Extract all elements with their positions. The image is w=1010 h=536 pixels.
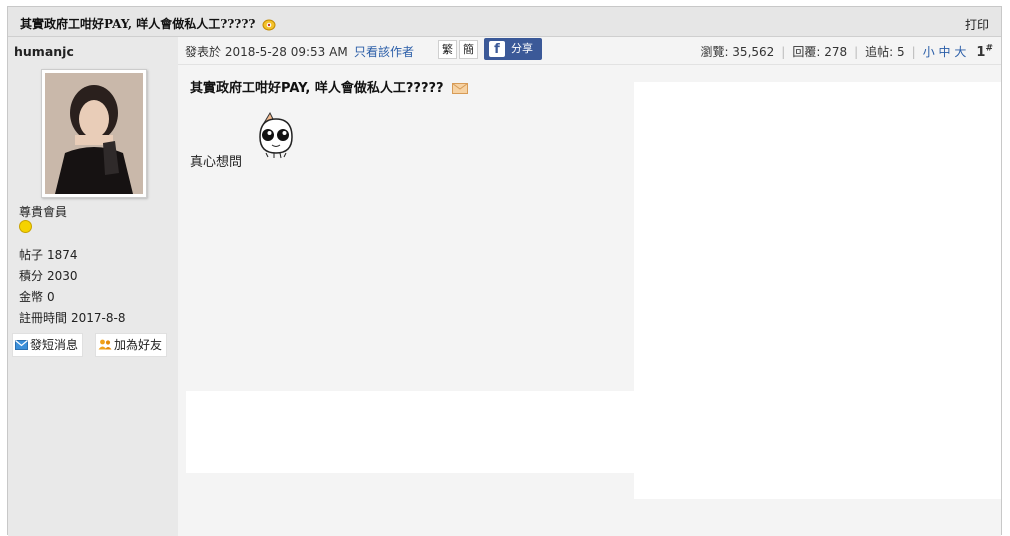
- reply-count: 回覆: 278: [792, 45, 848, 59]
- simplified-chinese-button[interactable]: 簡: [459, 40, 478, 59]
- post-title: 其實政府工咁好PAY, 咩人會做私人工?????: [190, 77, 469, 96]
- facebook-share-button[interactable]: f 分享: [484, 38, 542, 60]
- thread-title-text: 其實政府工咁好PAY, 咩人會做私人工?????: [20, 17, 256, 31]
- rank-smiley-icon: [19, 220, 32, 233]
- post-meta-bar: 發表於 2018-5-28 09:53 AM 只看該作者 繁 簡 f 分享 瀏覽…: [178, 37, 1001, 65]
- users-icon: [98, 339, 112, 350]
- facebook-icon: f: [489, 41, 505, 57]
- post-content: 其實政府工咁好PAY, 咩人會做私人工????? 真心想問: [178, 65, 1001, 536]
- follow-count: 追帖: 5: [865, 45, 905, 59]
- avatar-frame[interactable]: [41, 69, 147, 198]
- thread-title: 其實政府工咁好PAY, 咩人會做私人工?????: [20, 15, 276, 32]
- traditional-chinese-button[interactable]: 繁: [438, 40, 457, 59]
- ad-slot-bottom: [186, 391, 634, 473]
- envelope-icon: [15, 340, 28, 350]
- floor-number[interactable]: 1#: [976, 44, 993, 60]
- post-frame: 其實政府工咁好PAY, 咩人會做私人工????? 打印 humanjc 尊貴會員…: [7, 6, 1002, 536]
- stat-coins: 金幣 0: [19, 290, 55, 304]
- stat-points: 積分 2030: [19, 269, 78, 283]
- view-count: 瀏覽: 35,562: [700, 45, 775, 59]
- avatar: [45, 73, 143, 194]
- stat-posts: 帖子 1874: [19, 248, 78, 262]
- author-sidebar: humanjc 尊貴會員 帖子 1874 積分 2030 金幣 0 註冊時間 2017-…: [8, 37, 178, 536]
- hot-icon: [262, 19, 276, 30]
- ad-slot-right: [634, 82, 1001, 499]
- post-date: 發表於 2018-5-28 09:53 AM: [185, 45, 348, 59]
- post-body-text: 真心想問: [190, 155, 243, 170]
- avatar-portrait: [45, 73, 143, 194]
- print-link[interactable]: 打印: [965, 16, 989, 33]
- member-rank: 尊貴會員: [19, 205, 68, 219]
- thread-stats: 瀏覽: 35,562 | 回覆: 278 | 追帖: 5 | 小 中 大 1#: [700, 43, 993, 60]
- stat-register-date: 註冊時間 2017-8-8: [19, 311, 126, 325]
- author-name[interactable]: humanjc: [14, 44, 74, 59]
- only-author-link[interactable]: 只看該作者: [354, 43, 414, 60]
- add-friend-button[interactable]: 加為好友: [95, 333, 168, 357]
- cute-face-emoticon: [252, 109, 300, 164]
- thread-title-bar: 其實政府工咁好PAY, 咩人會做私人工????? 打印: [8, 7, 1001, 37]
- send-message-button[interactable]: 發短消息: [12, 333, 84, 357]
- author-stats: 帖子 1874 積分 2030 金幣 0 註冊時間 2017-8-8: [19, 245, 125, 329]
- font-size-small[interactable]: 小: [923, 45, 935, 59]
- font-size-medium[interactable]: 中: [939, 45, 951, 59]
- font-size-large[interactable]: 大: [954, 45, 966, 59]
- mail-icon: [452, 83, 469, 94]
